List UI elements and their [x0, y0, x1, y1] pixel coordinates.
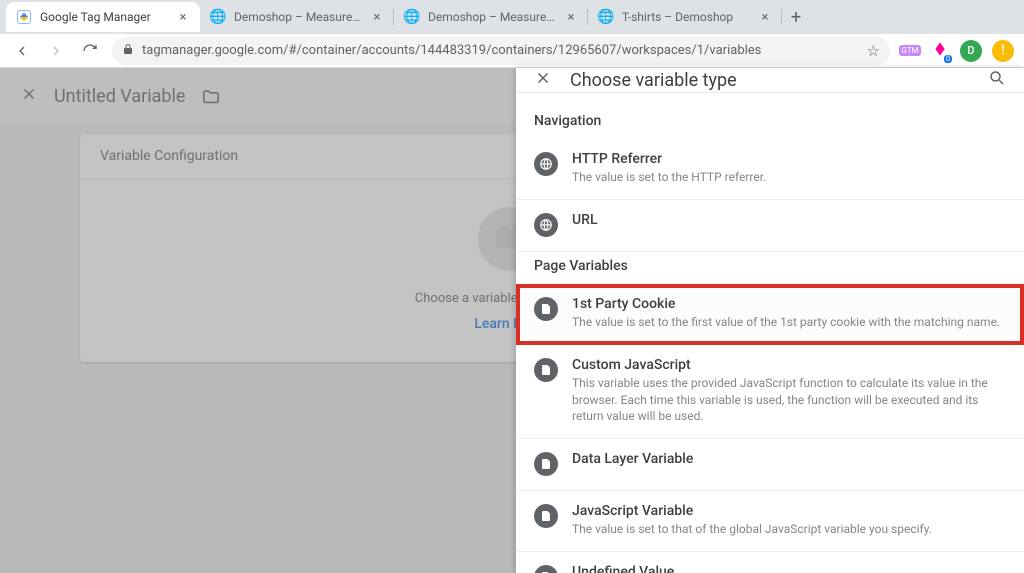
forward-button[interactable] [44, 39, 68, 63]
tab-title: Demoshop – Measureschool D [234, 10, 364, 24]
folder-icon[interactable] [201, 88, 221, 104]
variable-item-text: JavaScript Variable The value is set to t… [572, 503, 932, 537]
panel-header: Choose variable type [516, 68, 1024, 93]
gtm-extension-icon[interactable]: GTM [900, 41, 920, 61]
variable-item-text: Custom JavaScript This variable uses the … [572, 357, 1006, 424]
doc-icon [534, 504, 558, 528]
tab-tshirts[interactable]: 🌐 T-shirts – Demoshop × [588, 2, 782, 32]
globe-icon [534, 213, 558, 237]
close-tab-icon[interactable]: × [758, 10, 772, 24]
lock-icon [122, 43, 134, 59]
variable-item-desc: The value is set to that of the global J… [572, 521, 932, 537]
variable-item-text: HTTP Referrer The value is set to the HTT… [572, 151, 766, 185]
doc-icon [534, 452, 558, 476]
tab-gtm[interactable]: Google Tag Manager × [6, 2, 200, 32]
variable-item-text: 1st Party Cookie The value is set to the … [572, 296, 1000, 330]
tab-strip: Google Tag Manager × 🌐 Demoshop – Measur… [0, 0, 1024, 34]
variable-type-item[interactable]: Undefined ValueContains the JavaScript '… [516, 552, 1024, 573]
panel-body: Navigation HTTP Referrer The value is set … [516, 93, 1024, 573]
variable-type-item[interactable]: 1st Party Cookie The value is set to the … [516, 284, 1024, 345]
globe-favicon: 🌐 [404, 9, 420, 25]
tab-title: T-shirts – Demoshop [622, 10, 752, 24]
variable-item-desc: The value is set to the HTTP referrer. [572, 169, 766, 185]
tab-title: Google Tag Manager [40, 10, 170, 24]
close-tab-icon[interactable]: × [370, 10, 384, 24]
globe-favicon: 🌐 [210, 9, 226, 25]
variable-item-name: Custom JavaScript [572, 357, 1006, 373]
close-panel-button[interactable] [534, 68, 552, 92]
section-label: Page Variables [516, 252, 1024, 284]
extension-badge: 0 [944, 55, 952, 63]
variable-item-name: URL [572, 212, 598, 228]
variable-type-item[interactable]: HTTP Referrer The value is set to the HTT… [516, 139, 1024, 200]
variable-type-item[interactable]: URL [516, 200, 1024, 252]
close-tab-icon[interactable]: × [176, 10, 190, 24]
close-editor-button[interactable] [20, 84, 38, 108]
tab-demoshop-2[interactable]: 🌐 Demoshop – Measureschool D × [394, 2, 588, 32]
tab-title: Demoshop – Measureschool D [428, 10, 558, 24]
doc-icon [534, 297, 558, 321]
variable-type-item[interactable]: Data Layer Variable [516, 439, 1024, 491]
variable-item-desc: This variable uses the provided JavaScri… [572, 375, 1006, 424]
globe-favicon: 🌐 [598, 9, 614, 25]
variable-item-text: Undefined ValueContains the JavaScript '… [572, 564, 793, 573]
panel-title: Choose variable type [570, 70, 970, 91]
variable-item-text: URL [572, 212, 598, 228]
star-icon[interactable]: ☆ [867, 42, 880, 60]
variable-item-name: 1st Party Cookie [572, 296, 1000, 312]
browser-chrome: Google Tag Manager × 🌐 Demoshop – Measur… [0, 0, 1024, 68]
doc-icon [534, 358, 558, 382]
variable-type-item[interactable]: Custom JavaScript This variable uses the … [516, 345, 1024, 439]
profile-avatar[interactable]: D [960, 40, 982, 62]
address-bar[interactable]: tagmanager.google.com/#/container/accoun… [112, 37, 890, 65]
variable-type-panel: Choose variable type Navigation HTTP Refe… [516, 68, 1024, 573]
variable-item-text: Data Layer Variable [572, 451, 693, 467]
variable-type-item[interactable]: JavaScript Variable The value is set to t… [516, 491, 1024, 552]
close-tab-icon[interactable]: × [564, 10, 578, 24]
back-button[interactable] [10, 39, 34, 63]
tab-demoshop-1[interactable]: 🌐 Demoshop – Measureschool D × [200, 2, 394, 32]
url-text: tagmanager.google.com/#/container/accoun… [142, 43, 761, 58]
section-label: Navigation [516, 107, 1024, 139]
variable-item-name: JavaScript Variable [572, 503, 932, 519]
profile-indicator[interactable]: ! [992, 40, 1014, 62]
variable-item-name: HTTP Referrer [572, 151, 766, 167]
variable-item-name: Undefined Value [572, 564, 793, 573]
gtm-favicon [16, 9, 32, 25]
gtm-workspace: Untitled Variable Variable Configuration… [0, 68, 1024, 573]
address-row: tagmanager.google.com/#/container/accoun… [0, 34, 1024, 68]
variable-item-desc: The value is set to the first value of t… [572, 314, 1000, 330]
variable-title[interactable]: Untitled Variable [54, 86, 185, 107]
extension-icon[interactable]: 0 [930, 41, 950, 61]
new-tab-button[interactable]: + [782, 3, 810, 31]
globe-icon [534, 152, 558, 176]
variable-item-name: Data Layer Variable [572, 451, 693, 467]
doc-icon [534, 565, 558, 573]
search-button[interactable] [988, 69, 1006, 92]
reload-button[interactable] [78, 39, 102, 63]
